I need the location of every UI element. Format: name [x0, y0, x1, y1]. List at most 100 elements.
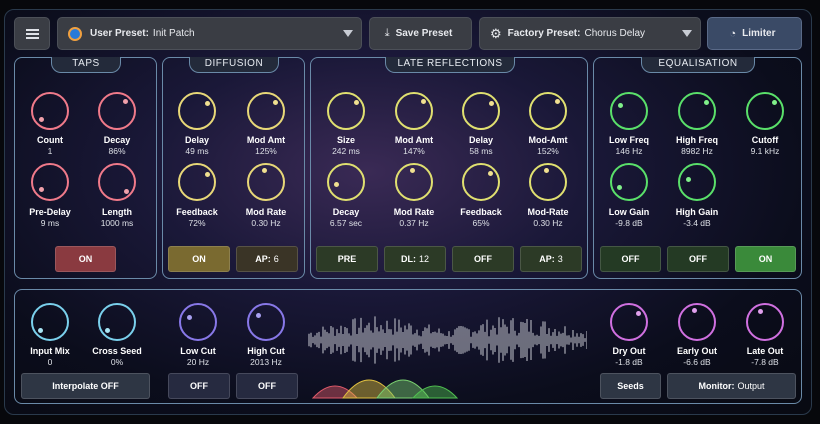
- knob-indicator: [758, 309, 763, 314]
- knob-value: -1.8 dB: [615, 357, 643, 367]
- low-freq-knob[interactable]: [610, 92, 648, 130]
- dry-out-knob[interactable]: [610, 303, 648, 341]
- knob-indicator: [772, 100, 777, 105]
- knob-label: Low Gain: [608, 207, 650, 217]
- late-mod-amt-knob[interactable]: [395, 92, 433, 130]
- save-preset-button[interactable]: ⤓ Save Preset: [369, 17, 472, 50]
- late-mod-rate-2-knob[interactable]: [529, 163, 567, 201]
- high-cut-off-button[interactable]: OFF: [236, 373, 298, 399]
- pre-button[interactable]: PRE: [316, 246, 378, 272]
- knob-label: Mod Amt: [394, 135, 434, 145]
- size-knob[interactable]: [327, 92, 365, 130]
- knob-value: 20 Hz: [186, 357, 210, 367]
- cutoff-knob[interactable]: [746, 92, 784, 130]
- taps-on-button[interactable]: ON: [55, 246, 116, 272]
- knob-label: Feedback: [460, 207, 502, 217]
- late-mod-rate-knob[interactable]: [395, 163, 433, 201]
- high-freq-knob[interactable]: [678, 92, 716, 130]
- hamburger-menu-icon: [25, 27, 39, 41]
- high-gain-knob[interactable]: [678, 163, 716, 201]
- limiter-label: Limiter: [742, 28, 776, 39]
- late-ap-button[interactable]: AP: 3: [520, 246, 582, 272]
- dl-button[interactable]: DL: 12: [384, 246, 446, 272]
- knob-label: Cutoff: [751, 135, 779, 145]
- low-gain-knob[interactable]: [610, 163, 648, 201]
- knob-value: 147%: [403, 146, 425, 156]
- knob-indicator: [686, 177, 691, 182]
- knob-value: 0.30 Hz: [251, 218, 281, 228]
- chevron-down-icon: [682, 30, 692, 37]
- knob-label: Mod-Rate: [527, 207, 569, 217]
- knob-indicator: [124, 189, 129, 194]
- panel-title: EQUALISATION: [641, 57, 755, 73]
- input-mix-knob[interactable]: [31, 303, 69, 341]
- knob-value: 9.1 kHz: [750, 146, 780, 156]
- user-preset-label: User Preset:: [90, 28, 149, 39]
- knob-indicator: [488, 171, 493, 176]
- limiter-button[interactable]: ◔ Limiter: [707, 17, 802, 50]
- button-label: AP:: [539, 254, 555, 264]
- button-value: 3: [557, 254, 563, 264]
- knob-indicator: [555, 99, 560, 104]
- knob-label: Low Freq: [609, 135, 649, 145]
- knob-value: 1: [47, 146, 53, 156]
- interpolate-button[interactable]: Interpolate OFF: [21, 373, 150, 399]
- eq-cutoff-on-button[interactable]: ON: [735, 246, 796, 272]
- diffusion-ap-button[interactable]: AP: 6: [236, 246, 298, 272]
- low-cut-off-button[interactable]: OFF: [168, 373, 230, 399]
- knob-value: 0.30 Hz: [533, 218, 563, 228]
- user-preset-dropdown[interactable]: User Preset: Init Patch: [57, 17, 362, 50]
- diffusion-on-button[interactable]: ON: [168, 246, 230, 272]
- knob-indicator: [489, 101, 494, 106]
- knob-label: Input Mix: [30, 346, 70, 356]
- knob-label: Pre-Delay: [29, 207, 71, 217]
- count-knob[interactable]: [31, 92, 69, 130]
- knob-label: Mod Rate: [393, 207, 435, 217]
- high-cut-knob[interactable]: [247, 303, 285, 341]
- late-mod-amt-2-knob[interactable]: [529, 92, 567, 130]
- knob-indicator: [38, 328, 43, 333]
- knob-value: -9.8 dB: [615, 218, 643, 228]
- knob-indicator: [187, 315, 192, 320]
- late-decay-knob[interactable]: [327, 163, 365, 201]
- knob-indicator: [273, 100, 278, 105]
- eq-high-off-button[interactable]: OFF: [667, 246, 729, 272]
- knob-indicator: [692, 308, 697, 313]
- late-out-knob[interactable]: [746, 303, 784, 341]
- early-out-knob[interactable]: [678, 303, 716, 341]
- monitor-dropdown[interactable]: Monitor: Output: [667, 373, 796, 399]
- diffusion-feedback-knob[interactable]: [178, 163, 216, 201]
- length-knob[interactable]: [98, 163, 136, 201]
- knob-value: 9 ms: [40, 218, 60, 228]
- knob-indicator: [617, 185, 622, 190]
- factory-preset-dropdown[interactable]: ⚙ Factory Preset: Chorus Delay: [479, 17, 701, 50]
- low-cut-knob[interactable]: [179, 303, 217, 341]
- knob-label: Low Cut: [180, 346, 216, 356]
- eq-low-off-button[interactable]: OFF: [600, 246, 661, 272]
- knob-label: Decay: [332, 207, 360, 217]
- pre-delay-knob[interactable]: [31, 163, 69, 201]
- knob-value: 146 Hz: [615, 146, 643, 156]
- diffusion-delay-knob[interactable]: [178, 92, 216, 130]
- diffusion-mod-rate-knob[interactable]: [247, 163, 285, 201]
- seeds-button[interactable]: Seeds: [600, 373, 661, 399]
- late-delay-knob[interactable]: [462, 92, 500, 130]
- diffusion-mod-amt-knob[interactable]: [247, 92, 285, 130]
- knob-value: 0%: [110, 357, 124, 367]
- late-off-button[interactable]: OFF: [452, 246, 514, 272]
- decay-knob[interactable]: [98, 92, 136, 130]
- menu-button[interactable]: [14, 17, 50, 50]
- gears-icon: ⚙: [490, 25, 502, 41]
- late-feedback-knob[interactable]: [462, 163, 500, 201]
- knob-label: High Cut: [247, 346, 285, 356]
- knob-indicator: [334, 182, 339, 187]
- download-icon: ⤓: [384, 27, 390, 39]
- save-preset-label: Save Preset: [395, 28, 453, 39]
- knob-value: 0.37 Hz: [399, 218, 429, 228]
- knob-label: Mod-Amt: [528, 135, 568, 145]
- cross-seed-knob[interactable]: [98, 303, 136, 341]
- knob-label: Length: [102, 207, 132, 217]
- knob-value: 8982 Hz: [681, 146, 713, 156]
- knob-label: Size: [336, 135, 356, 145]
- knob-indicator: [205, 101, 210, 106]
